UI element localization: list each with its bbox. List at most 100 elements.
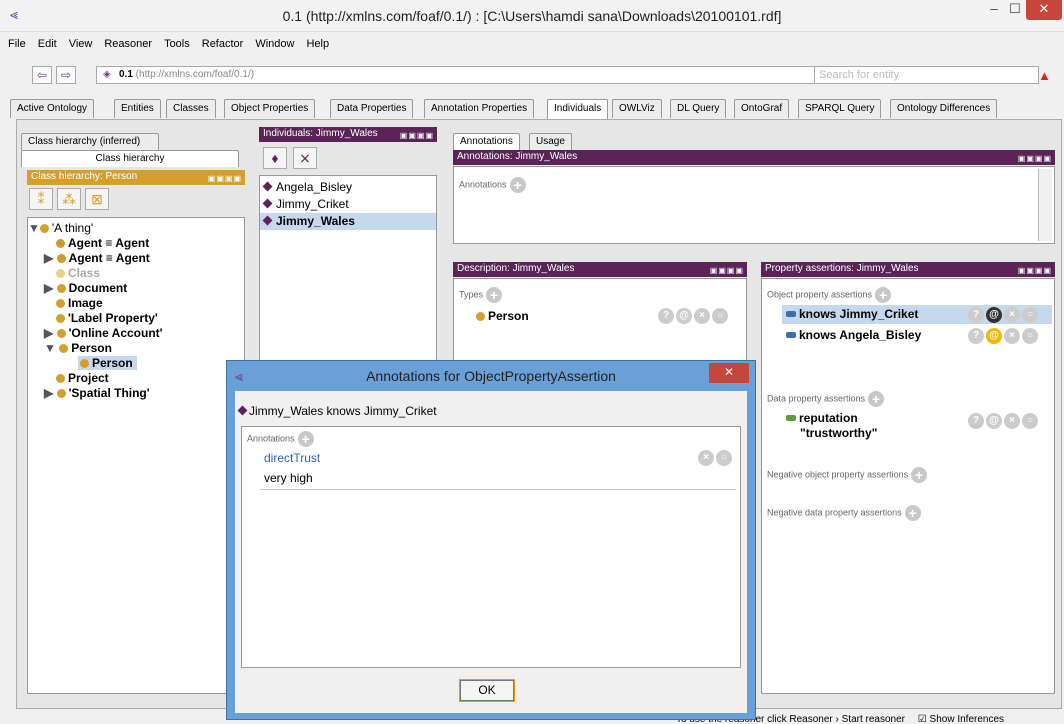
view-controls-icon[interactable]: ▣▣▣▣ xyxy=(400,129,434,142)
annotate-icon[interactable]: @ xyxy=(986,307,1002,323)
tab-individuals[interactable]: Individuals xyxy=(547,99,609,119)
tree-node-spatial-thing[interactable]: ▶ 'Spatial Thing' xyxy=(28,386,244,401)
explain-icon[interactable]: ? xyxy=(658,308,674,324)
delete-class-button[interactable]: ⊠ xyxy=(85,188,109,210)
tab-class-hierarchy[interactable]: Class hierarchy xyxy=(21,150,239,167)
back-button[interactable]: ⇦ xyxy=(32,66,52,84)
minimize-button[interactable]: – xyxy=(982,0,1006,20)
tab-classes[interactable]: Classes xyxy=(166,99,216,118)
add-individual-button[interactable]: ♦ xyxy=(263,147,287,169)
list-item-selected[interactable]: Jimmy_Wales xyxy=(260,213,436,230)
add-negative-object-property-button[interactable]: + xyxy=(911,467,928,483)
tree-node-document[interactable]: ▶ Document xyxy=(28,281,244,296)
tab-entities[interactable]: Entities xyxy=(114,99,161,118)
tree-node-thing[interactable]: ▼ 'A thing' xyxy=(28,221,244,236)
ok-button[interactable]: OK xyxy=(459,679,515,702)
delete-icon[interactable]: × xyxy=(698,450,714,466)
search-entity-input[interactable]: Search for entity xyxy=(814,66,1039,84)
tab-dl-query[interactable]: DL Query xyxy=(670,99,727,118)
add-type-button[interactable]: + xyxy=(486,287,503,303)
expand-arrow-icon[interactable]: ▶ xyxy=(44,386,53,400)
annotations-scrollbar[interactable] xyxy=(1038,169,1052,241)
tree-node-image[interactable]: Image xyxy=(28,296,244,311)
show-inferences-checkbox[interactable]: ☑ Show Inferences xyxy=(918,714,1004,724)
annotate-icon[interactable]: @ xyxy=(986,328,1002,344)
view-controls-icon[interactable]: ▣▣▣▣ xyxy=(1018,264,1052,277)
collapse-arrow-icon[interactable]: ▼ xyxy=(44,341,56,355)
tree-node-person[interactable]: ▼ Person xyxy=(28,341,244,356)
class-icon xyxy=(39,224,49,233)
menu-window[interactable]: Window xyxy=(255,38,294,50)
explain-icon[interactable]: ? xyxy=(968,328,984,344)
tab-data-properties[interactable]: Data Properties xyxy=(330,99,414,118)
menu-view[interactable]: View xyxy=(69,38,93,50)
delete-icon[interactable]: × xyxy=(694,308,710,324)
delete-icon[interactable]: × xyxy=(1004,328,1020,344)
tree-node-class[interactable]: Class xyxy=(28,266,244,281)
view-controls-icon[interactable]: ▣▣▣▣ xyxy=(710,264,744,277)
edit-icon[interactable]: ○ xyxy=(1022,307,1038,323)
menu-reasoner[interactable]: Reasoner xyxy=(104,38,152,50)
forward-button[interactable]: ⇨ xyxy=(56,66,76,84)
menu-help[interactable]: Help xyxy=(306,38,329,50)
maximize-button[interactable]: ☐ xyxy=(1004,0,1026,20)
expand-arrow-icon[interactable]: ▶ xyxy=(44,281,53,295)
warning-icon[interactable]: ▲ xyxy=(1038,68,1051,83)
view-controls-icon[interactable]: ▣▣▣▣ xyxy=(208,172,242,185)
tree-node-person-selected[interactable]: Person xyxy=(28,356,244,371)
tree-node-label-property[interactable]: 'Label Property' xyxy=(28,311,244,326)
edit-icon[interactable]: ○ xyxy=(1022,328,1038,344)
data-assertion-row[interactable]: reputation "trustworthy" xyxy=(786,411,877,441)
list-item[interactable]: Jimmy_Criket xyxy=(260,196,436,213)
data-assertion-actions: ? @ × ○ xyxy=(966,413,1038,429)
add-subclass-button[interactable]: ⁑ xyxy=(29,188,53,210)
menu-refactor[interactable]: Refactor xyxy=(202,38,244,50)
edit-icon[interactable]: ○ xyxy=(716,450,732,466)
explain-icon[interactable]: ? xyxy=(968,307,984,323)
ontology-address-field[interactable]: ◈ 0.1 (http://xmlns.com/foaf/0.1/) ▾ xyxy=(96,66,832,84)
dialog-close-button[interactable]: ✕ xyxy=(709,363,749,383)
tab-sparql-query[interactable]: SPARQL Query xyxy=(798,99,882,118)
collapse-arrow-icon[interactable]: ▼ xyxy=(28,221,40,235)
expand-arrow-icon[interactable]: ▶ xyxy=(44,326,53,340)
tab-object-properties[interactable]: Object Properties xyxy=(224,99,316,118)
tab-ontology-differences[interactable]: Ontology Differences xyxy=(890,99,998,118)
add-sibling-class-button[interactable]: ⁂ xyxy=(57,188,81,210)
delete-individual-button[interactable]: ⨯ xyxy=(293,147,317,169)
add-data-property-button[interactable]: + xyxy=(868,391,885,407)
tab-ontograf[interactable]: OntoGraf xyxy=(734,99,790,118)
tab-annotation-properties[interactable]: Annotation Properties xyxy=(424,99,535,118)
tab-active-ontology[interactable]: Active Ontology xyxy=(10,99,95,118)
edit-icon[interactable]: ○ xyxy=(1022,413,1038,429)
tab-owlviz[interactable]: OWLViz xyxy=(612,99,662,118)
add-annotation-button[interactable]: + xyxy=(509,177,526,193)
list-item[interactable]: Angela_Bisley xyxy=(260,179,436,196)
property-assertions-header-title: Property assertions: Jimmy_Wales xyxy=(765,263,919,274)
individuals-header-title: Individuals: Jimmy_Wales xyxy=(263,128,378,139)
delete-icon[interactable]: × xyxy=(1004,413,1020,429)
menu-tools[interactable]: Tools xyxy=(164,38,190,50)
tab-usage[interactable]: Usage xyxy=(529,133,572,150)
tree-node-agent-2[interactable]: ▶ Agent ≡ Agent xyxy=(28,251,244,266)
add-negative-data-property-button[interactable]: + xyxy=(904,505,921,521)
annotation-property[interactable]: directTrust xyxy=(264,451,320,465)
annotate-icon[interactable]: @ xyxy=(986,413,1002,429)
type-row[interactable]: Person xyxy=(476,309,529,323)
annotate-icon[interactable]: @ xyxy=(676,308,692,324)
tab-annotations[interactable]: Annotations xyxy=(453,133,520,150)
menu-file[interactable]: File xyxy=(8,38,26,50)
expand-arrow-icon[interactable]: ▶ xyxy=(44,251,53,265)
explain-icon[interactable]: ? xyxy=(968,413,984,429)
add-object-property-button[interactable]: + xyxy=(875,287,892,303)
close-window-button[interactable]: ✕ xyxy=(1026,0,1062,20)
tab-class-hierarchy-inferred[interactable]: Class hierarchy (inferred) xyxy=(21,133,159,150)
delete-icon[interactable]: × xyxy=(1004,307,1020,323)
tree-node-agent-1[interactable]: Agent ≡ Agent xyxy=(28,236,244,251)
menu-edit[interactable]: Edit xyxy=(38,38,57,50)
tree-node-online-account[interactable]: ▶ 'Online Account' xyxy=(28,326,244,341)
tree-node-project[interactable]: Project xyxy=(28,371,244,386)
view-controls-icon[interactable]: ▣▣▣▣ xyxy=(1018,152,1052,165)
edit-icon[interactable]: ○ xyxy=(712,308,728,324)
class-icon xyxy=(56,299,65,308)
dialog-add-annotation-button[interactable]: + xyxy=(297,431,314,447)
